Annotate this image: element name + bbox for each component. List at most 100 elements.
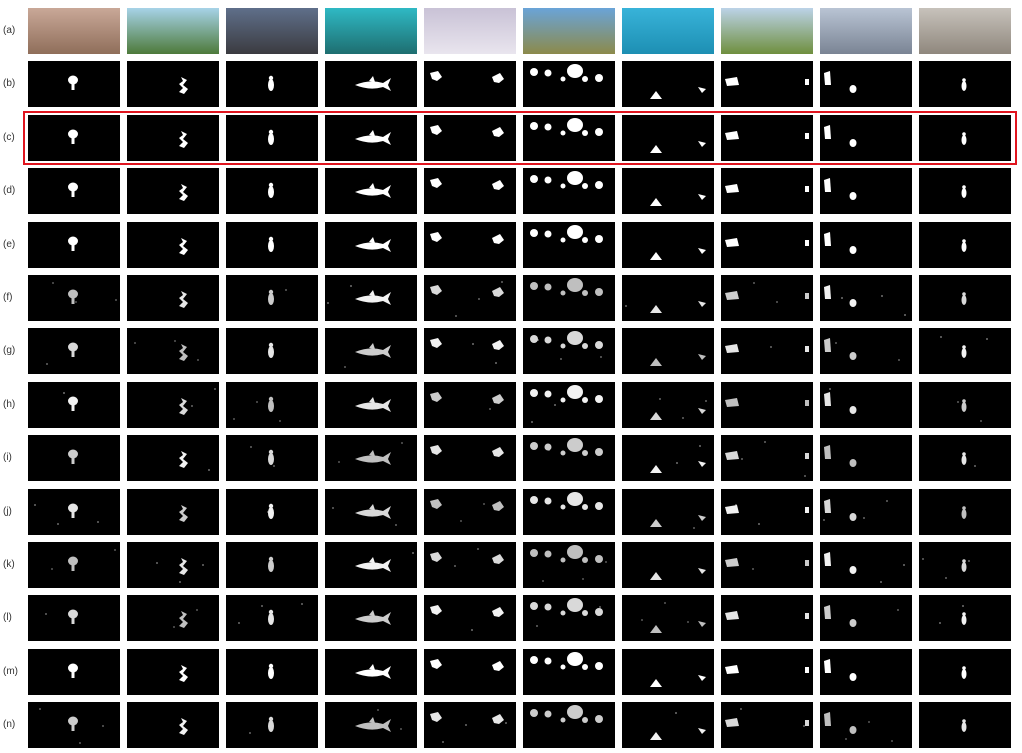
saliency-mask xyxy=(325,328,417,374)
salient-object xyxy=(962,452,966,456)
mask-background xyxy=(622,115,714,161)
saliency-mask xyxy=(622,222,714,268)
salient-object xyxy=(849,352,857,360)
saliency-mask xyxy=(28,649,120,695)
noise-speck xyxy=(880,581,882,583)
saliency-mask xyxy=(127,168,219,214)
mask-background xyxy=(622,649,714,695)
saliency-mask xyxy=(523,649,615,695)
saliency-mask xyxy=(721,61,813,107)
saliency-mask xyxy=(424,115,516,161)
salient-object xyxy=(962,185,966,189)
mask-background xyxy=(820,649,912,695)
saliency-mask xyxy=(919,382,1011,428)
saliency-mask xyxy=(325,382,417,428)
row-label: (e) xyxy=(3,239,16,250)
salient-object xyxy=(567,278,583,292)
saliency-mask xyxy=(226,168,318,214)
salient-object xyxy=(268,133,274,145)
saliency-mask xyxy=(28,328,120,374)
salient-object xyxy=(582,504,588,510)
salient-object xyxy=(582,343,588,349)
mask-background xyxy=(127,115,219,161)
salient-object xyxy=(268,293,274,305)
saliency-mask xyxy=(523,115,615,161)
salient-object xyxy=(268,556,274,562)
mask-foreground xyxy=(268,663,274,679)
noise-speck xyxy=(945,577,947,579)
noise-speck xyxy=(483,503,485,505)
saliency-mask xyxy=(721,222,813,268)
salient-object xyxy=(71,137,75,144)
noise-speck xyxy=(804,475,806,477)
noise-speck xyxy=(863,517,865,519)
noise-speck xyxy=(505,722,507,724)
saliency-mask xyxy=(523,168,615,214)
salient-object xyxy=(268,609,274,615)
noise-speck xyxy=(903,564,905,566)
noise-speck xyxy=(776,301,778,303)
mask-background xyxy=(820,382,912,428)
noise-speck xyxy=(758,523,760,525)
saliency-mask xyxy=(28,61,120,107)
salient-object xyxy=(71,617,75,624)
noise-speck xyxy=(823,519,825,521)
panorama-image xyxy=(424,8,516,54)
saliency-mask xyxy=(226,328,318,374)
saliency-mask xyxy=(28,382,120,428)
saliency-mask xyxy=(721,328,813,374)
saliency-mask xyxy=(622,168,714,214)
noise-speck xyxy=(350,285,352,287)
saliency-mask xyxy=(721,382,813,428)
salient-object xyxy=(824,605,831,619)
salient-object xyxy=(71,350,75,357)
saliency-mask xyxy=(919,115,1011,161)
salient-object xyxy=(268,129,274,135)
saliency-mask xyxy=(226,702,318,748)
saliency-mask xyxy=(226,595,318,641)
mask-background xyxy=(127,168,219,214)
noise-speck xyxy=(536,625,538,627)
mask-foreground xyxy=(268,129,274,145)
salient-object xyxy=(560,504,566,510)
salient-object xyxy=(961,295,967,305)
saliency-mask xyxy=(127,382,219,428)
salient-object xyxy=(824,445,831,459)
salient-object xyxy=(268,346,274,358)
saliency-mask xyxy=(622,649,714,695)
noise-speck xyxy=(554,404,556,406)
mask-background xyxy=(622,595,714,641)
salient-object xyxy=(582,130,588,136)
mask-background xyxy=(820,702,912,748)
mask-background xyxy=(127,222,219,268)
panorama-image xyxy=(127,8,219,54)
mask-background xyxy=(127,275,219,321)
noise-speck xyxy=(687,621,689,623)
salient-object xyxy=(849,139,857,147)
saliency-mask xyxy=(919,489,1011,535)
salient-object xyxy=(71,297,75,304)
mask-background xyxy=(127,61,219,107)
row-label: (c) xyxy=(3,132,15,143)
noise-speck xyxy=(740,708,742,710)
mask-background xyxy=(622,328,714,374)
salient-object xyxy=(268,720,274,732)
saliency-mask xyxy=(127,61,219,107)
salient-object xyxy=(560,664,566,670)
mask-background xyxy=(820,222,912,268)
salient-object xyxy=(268,449,274,455)
mask-background xyxy=(622,489,714,535)
salient-object xyxy=(567,64,583,78)
mask-background xyxy=(424,328,516,374)
salient-object xyxy=(824,178,831,192)
salient-object xyxy=(268,240,274,252)
mask-foreground xyxy=(268,556,274,572)
noise-speck xyxy=(693,527,695,529)
mask-background xyxy=(622,435,714,481)
noise-speck xyxy=(957,401,959,403)
panorama-image xyxy=(919,8,1011,54)
saliency-mask xyxy=(325,222,417,268)
mask-background xyxy=(424,435,516,481)
saliency-mask xyxy=(226,435,318,481)
noise-speck xyxy=(57,523,59,525)
